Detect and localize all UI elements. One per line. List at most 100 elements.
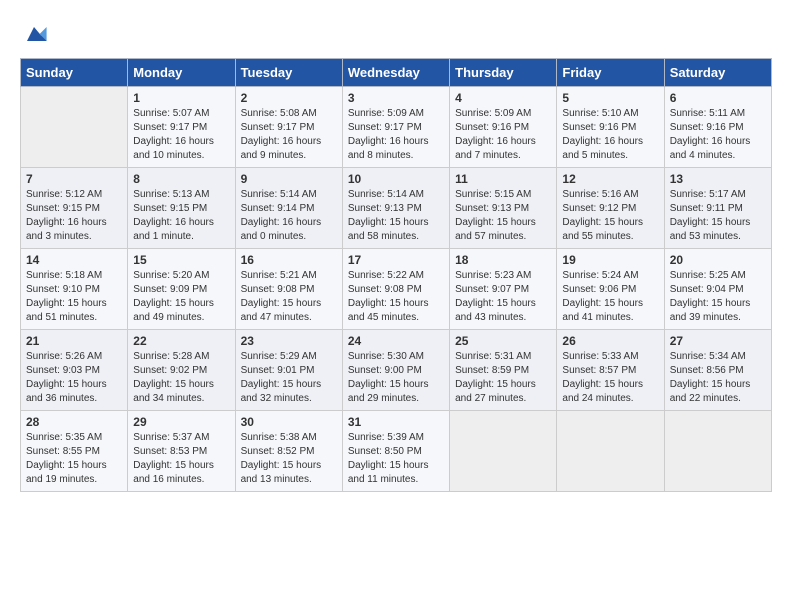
calendar-cell: 6 Sunrise: 5:11 AM Sunset: 9:16 PM Daylig… xyxy=(664,87,771,168)
day-info: Sunrise: 5:35 AM Sunset: 8:55 PM Dayligh… xyxy=(26,431,122,487)
calendar-cell: 15 Sunrise: 5:20 AM Sunset: 9:09 PM Dayli… xyxy=(128,249,235,330)
day-number: 27 xyxy=(670,334,766,348)
calendar-cell: 17 Sunrise: 5:22 AM Sunset: 9:08 PM Dayli… xyxy=(342,249,449,330)
day-number: 12 xyxy=(562,172,658,186)
day-number: 6 xyxy=(670,91,766,105)
logo xyxy=(20,20,50,48)
calendar-cell: 29 Sunrise: 5:37 AM Sunset: 8:53 PM Dayli… xyxy=(128,411,235,492)
calendar-cell: 1 Sunrise: 5:07 AM Sunset: 9:17 PM Daylig… xyxy=(128,87,235,168)
day-number: 8 xyxy=(133,172,229,186)
calendar-header-row: SundayMondayTuesdayWednesdayThursdayFrid… xyxy=(21,59,772,87)
day-info: Sunrise: 5:33 AM Sunset: 8:57 PM Dayligh… xyxy=(562,350,658,406)
day-info: Sunrise: 5:20 AM Sunset: 9:09 PM Dayligh… xyxy=(133,269,229,325)
calendar-week-row: 28Sunrise: 5:35 AM Sunset: 8:55 PM Dayli… xyxy=(21,411,772,492)
day-number: 20 xyxy=(670,253,766,267)
day-number: 23 xyxy=(241,334,337,348)
calendar-week-row: 1 Sunrise: 5:07 AM Sunset: 9:17 PM Daylig… xyxy=(21,87,772,168)
column-header-monday: Monday xyxy=(128,59,235,87)
day-info: Sunrise: 5:17 AM Sunset: 9:11 PM Dayligh… xyxy=(670,188,766,244)
page-header xyxy=(20,20,772,48)
day-number: 2 xyxy=(241,91,337,105)
calendar-cell: 23 Sunrise: 5:29 AM Sunset: 9:01 PM Dayli… xyxy=(235,330,342,411)
day-info: Sunrise: 5:37 AM Sunset: 8:53 PM Dayligh… xyxy=(133,431,229,487)
calendar-week-row: 14 Sunrise: 5:18 AM Sunset: 9:10 PM Dayli… xyxy=(21,249,772,330)
day-info: Sunrise: 5:09 AM Sunset: 9:16 PM Dayligh… xyxy=(455,107,551,163)
day-number: 4 xyxy=(455,91,551,105)
day-info: Sunrise: 5:14 AM Sunset: 9:14 PM Dayligh… xyxy=(241,188,337,244)
calendar-cell: 9 Sunrise: 5:14 AM Sunset: 9:14 PM Daylig… xyxy=(235,168,342,249)
day-number: 18 xyxy=(455,253,551,267)
calendar-cell xyxy=(450,411,557,492)
day-number: 14 xyxy=(26,253,122,267)
calendar-cell: 31Sunrise: 5:39 AM Sunset: 8:50 PM Dayli… xyxy=(342,411,449,492)
day-number: 11 xyxy=(455,172,551,186)
calendar-cell: 21 Sunrise: 5:26 AM Sunset: 9:03 PM Dayli… xyxy=(21,330,128,411)
day-number: 9 xyxy=(241,172,337,186)
day-info: Sunrise: 5:15 AM Sunset: 9:13 PM Dayligh… xyxy=(455,188,551,244)
day-number: 17 xyxy=(348,253,444,267)
day-info: Sunrise: 5:24 AM Sunset: 9:06 PM Dayligh… xyxy=(562,269,658,325)
day-info: Sunrise: 5:38 AM Sunset: 8:52 PM Dayligh… xyxy=(241,431,337,487)
calendar-cell: 10 Sunrise: 5:14 AM Sunset: 9:13 PM Dayli… xyxy=(342,168,449,249)
day-number: 21 xyxy=(26,334,122,348)
day-number: 29 xyxy=(133,415,229,429)
calendar-week-row: 21 Sunrise: 5:26 AM Sunset: 9:03 PM Dayli… xyxy=(21,330,772,411)
day-info: Sunrise: 5:10 AM Sunset: 9:16 PM Dayligh… xyxy=(562,107,658,163)
calendar-cell: 18 Sunrise: 5:23 AM Sunset: 9:07 PM Dayli… xyxy=(450,249,557,330)
day-number: 13 xyxy=(670,172,766,186)
calendar-cell: 22Sunrise: 5:28 AM Sunset: 9:02 PM Dayli… xyxy=(128,330,235,411)
calendar-cell: 27 Sunrise: 5:34 AM Sunset: 8:56 PM Dayli… xyxy=(664,330,771,411)
calendar-cell: 24Sunrise: 5:30 AM Sunset: 9:00 PM Dayli… xyxy=(342,330,449,411)
column-header-sunday: Sunday xyxy=(21,59,128,87)
calendar-cell xyxy=(557,411,664,492)
column-header-thursday: Thursday xyxy=(450,59,557,87)
day-info: Sunrise: 5:12 AM Sunset: 9:15 PM Dayligh… xyxy=(26,188,122,244)
calendar-cell: 8 Sunrise: 5:13 AM Sunset: 9:15 PM Daylig… xyxy=(128,168,235,249)
calendar-cell: 16Sunrise: 5:21 AM Sunset: 9:08 PM Dayli… xyxy=(235,249,342,330)
day-info: Sunrise: 5:11 AM Sunset: 9:16 PM Dayligh… xyxy=(670,107,766,163)
day-number: 30 xyxy=(241,415,337,429)
day-number: 5 xyxy=(562,91,658,105)
calendar-cell: 5 Sunrise: 5:10 AM Sunset: 9:16 PM Daylig… xyxy=(557,87,664,168)
column-header-saturday: Saturday xyxy=(664,59,771,87)
day-info: Sunrise: 5:16 AM Sunset: 9:12 PM Dayligh… xyxy=(562,188,658,244)
day-number: 3 xyxy=(348,91,444,105)
day-info: Sunrise: 5:25 AM Sunset: 9:04 PM Dayligh… xyxy=(670,269,766,325)
calendar-cell: 25 Sunrise: 5:31 AM Sunset: 8:59 PM Dayli… xyxy=(450,330,557,411)
day-number: 22 xyxy=(133,334,229,348)
calendar-cell: 13 Sunrise: 5:17 AM Sunset: 9:11 PM Dayli… xyxy=(664,168,771,249)
calendar-cell: 3 Sunrise: 5:09 AM Sunset: 9:17 PM Daylig… xyxy=(342,87,449,168)
day-info: Sunrise: 5:26 AM Sunset: 9:03 PM Dayligh… xyxy=(26,350,122,406)
column-header-tuesday: Tuesday xyxy=(235,59,342,87)
column-header-friday: Friday xyxy=(557,59,664,87)
day-number: 7 xyxy=(26,172,122,186)
calendar-table: SundayMondayTuesdayWednesdayThursdayFrid… xyxy=(20,58,772,492)
day-number: 25 xyxy=(455,334,551,348)
calendar-cell: 26 Sunrise: 5:33 AM Sunset: 8:57 PM Dayli… xyxy=(557,330,664,411)
calendar-cell: 2Sunrise: 5:08 AM Sunset: 9:17 PM Daylig… xyxy=(235,87,342,168)
day-info: Sunrise: 5:18 AM Sunset: 9:10 PM Dayligh… xyxy=(26,269,122,325)
calendar-cell: 7 Sunrise: 5:12 AM Sunset: 9:15 PM Daylig… xyxy=(21,168,128,249)
day-number: 10 xyxy=(348,172,444,186)
calendar-cell: 30 Sunrise: 5:38 AM Sunset: 8:52 PM Dayli… xyxy=(235,411,342,492)
day-number: 1 xyxy=(133,91,229,105)
day-number: 31 xyxy=(348,415,444,429)
day-number: 15 xyxy=(133,253,229,267)
day-number: 26 xyxy=(562,334,658,348)
day-info: Sunrise: 5:34 AM Sunset: 8:56 PM Dayligh… xyxy=(670,350,766,406)
day-number: 16 xyxy=(241,253,337,267)
calendar-cell: 11 Sunrise: 5:15 AM Sunset: 9:13 PM Dayli… xyxy=(450,168,557,249)
day-info: Sunrise: 5:07 AM Sunset: 9:17 PM Dayligh… xyxy=(133,107,229,163)
day-info: Sunrise: 5:22 AM Sunset: 9:08 PM Dayligh… xyxy=(348,269,444,325)
day-info: Sunrise: 5:09 AM Sunset: 9:17 PM Dayligh… xyxy=(348,107,444,163)
day-info: Sunrise: 5:14 AM Sunset: 9:13 PM Dayligh… xyxy=(348,188,444,244)
calendar-cell: 4 Sunrise: 5:09 AM Sunset: 9:16 PM Daylig… xyxy=(450,87,557,168)
day-info: Sunrise: 5:29 AM Sunset: 9:01 PM Dayligh… xyxy=(241,350,337,406)
calendar-cell: 19Sunrise: 5:24 AM Sunset: 9:06 PM Dayli… xyxy=(557,249,664,330)
day-info: Sunrise: 5:13 AM Sunset: 9:15 PM Dayligh… xyxy=(133,188,229,244)
calendar-cell xyxy=(21,87,128,168)
day-info: Sunrise: 5:31 AM Sunset: 8:59 PM Dayligh… xyxy=(455,350,551,406)
day-number: 24 xyxy=(348,334,444,348)
day-info: Sunrise: 5:23 AM Sunset: 9:07 PM Dayligh… xyxy=(455,269,551,325)
calendar-cell: 12 Sunrise: 5:16 AM Sunset: 9:12 PM Dayli… xyxy=(557,168,664,249)
